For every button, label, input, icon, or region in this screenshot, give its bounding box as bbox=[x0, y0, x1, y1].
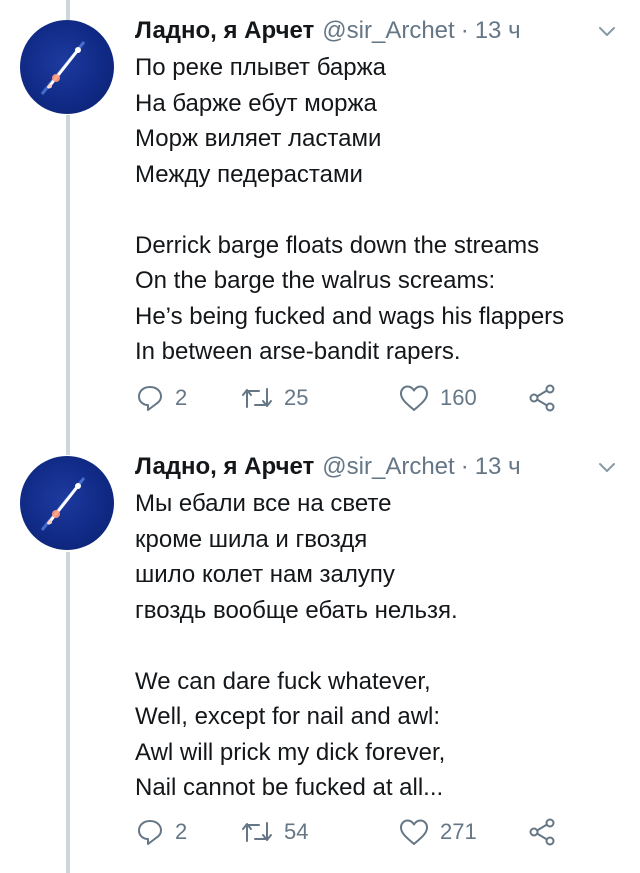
share-icon bbox=[529, 818, 555, 846]
tweet[interactable]: Ладно, я Арчет @sir_Archet · 13 ч По рек… bbox=[0, 14, 640, 434]
share-button[interactable] bbox=[527, 814, 567, 850]
separator-dot: · bbox=[460, 453, 469, 480]
tweet-text-line: Мы ебали все на свете bbox=[135, 490, 392, 517]
tweet-text-line: On the barge the walrus screams: bbox=[135, 267, 496, 294]
timestamp[interactable]: 13 ч bbox=[475, 14, 521, 48]
tweet-text-line: шило колет нам залупу bbox=[135, 561, 395, 588]
like-count: 271 bbox=[440, 819, 477, 844]
tweet-header: Ладно, я Арчет @sir_Archet · 13 ч bbox=[135, 14, 521, 48]
retweet-button[interactable]: 54 bbox=[240, 814, 308, 850]
reply-count: 2 bbox=[175, 819, 188, 844]
chevron-down-icon[interactable] bbox=[596, 20, 618, 42]
tweet-actions: 2 25 160 bbox=[135, 380, 575, 416]
like-icon bbox=[400, 819, 428, 845]
tweet-text-line: кроме шила и гвоздя bbox=[135, 525, 368, 553]
retweet-count: 54 bbox=[284, 819, 309, 844]
reply-button[interactable]: 2 bbox=[135, 814, 187, 850]
retweet-count: 25 bbox=[284, 385, 309, 410]
tweet-text: По реке плывет баржа На барже ебут моржа… bbox=[135, 50, 625, 370]
timestamp[interactable]: 13 ч bbox=[475, 450, 521, 484]
tweet-text-line: Между педерастами bbox=[135, 160, 363, 188]
reply-icon bbox=[138, 386, 162, 411]
tweet-text-line: Derrick barge floats down the streams bbox=[135, 231, 540, 259]
avatar[interactable] bbox=[20, 20, 114, 114]
retweet-icon bbox=[242, 822, 272, 842]
share-button[interactable] bbox=[527, 380, 567, 416]
tweet-text-line: По реке плывет баржа bbox=[135, 54, 386, 81]
reply-count: 2 bbox=[175, 385, 188, 410]
author-handle[interactable]: @sir_Archet bbox=[322, 450, 454, 484]
like-count: 160 bbox=[440, 385, 477, 410]
tweet-text-line: Nail cannot be fucked at all... bbox=[135, 774, 444, 801]
like-icon bbox=[400, 385, 428, 411]
author-handle[interactable]: @sir_Archet bbox=[322, 14, 454, 48]
separator-dot: · bbox=[460, 17, 469, 44]
tweet-text: Мы ебали все на свете кроме шила и гвозд… bbox=[135, 486, 625, 806]
like-button[interactable]: 160 bbox=[398, 380, 477, 416]
tweet-text-line: Well, except for nail and awl: bbox=[135, 703, 441, 730]
retweet-button[interactable]: 25 bbox=[240, 380, 308, 416]
tweet[interactable]: Ладно, я Арчет @sir_Archet · 13 ч Мы еба… bbox=[0, 450, 640, 870]
like-button[interactable]: 271 bbox=[398, 814, 477, 850]
avatar[interactable] bbox=[20, 456, 114, 550]
author-name[interactable]: Ладно, я Арчет bbox=[135, 14, 314, 48]
tweet-text-line: гвоздь вообще ебать нельзя. bbox=[135, 596, 458, 624]
chevron-down-icon[interactable] bbox=[596, 456, 618, 478]
tweet-text-line: Awl will prick my dick forever, bbox=[135, 738, 446, 766]
tweet-actions: 2 54 271 bbox=[135, 814, 575, 850]
tweet-text-line: Морж виляет ластами bbox=[135, 125, 382, 152]
tweet-header: Ладно, я Арчет @sir_Archet · 13 ч bbox=[135, 450, 521, 484]
tweet-text-line: На барже ебут моржа bbox=[135, 89, 377, 117]
share-icon bbox=[529, 384, 555, 412]
reply-button[interactable]: 2 bbox=[135, 380, 187, 416]
tweet-text-line: He’s being fucked and wags his flappers bbox=[135, 302, 565, 330]
reply-icon bbox=[138, 820, 162, 845]
tweet-text-line: We can dare fuck whatever, bbox=[135, 667, 431, 695]
retweet-icon bbox=[242, 388, 272, 408]
tweet-text-line: In between arse-bandit rapers. bbox=[135, 338, 461, 365]
author-name[interactable]: Ладно, я Арчет bbox=[135, 450, 314, 484]
